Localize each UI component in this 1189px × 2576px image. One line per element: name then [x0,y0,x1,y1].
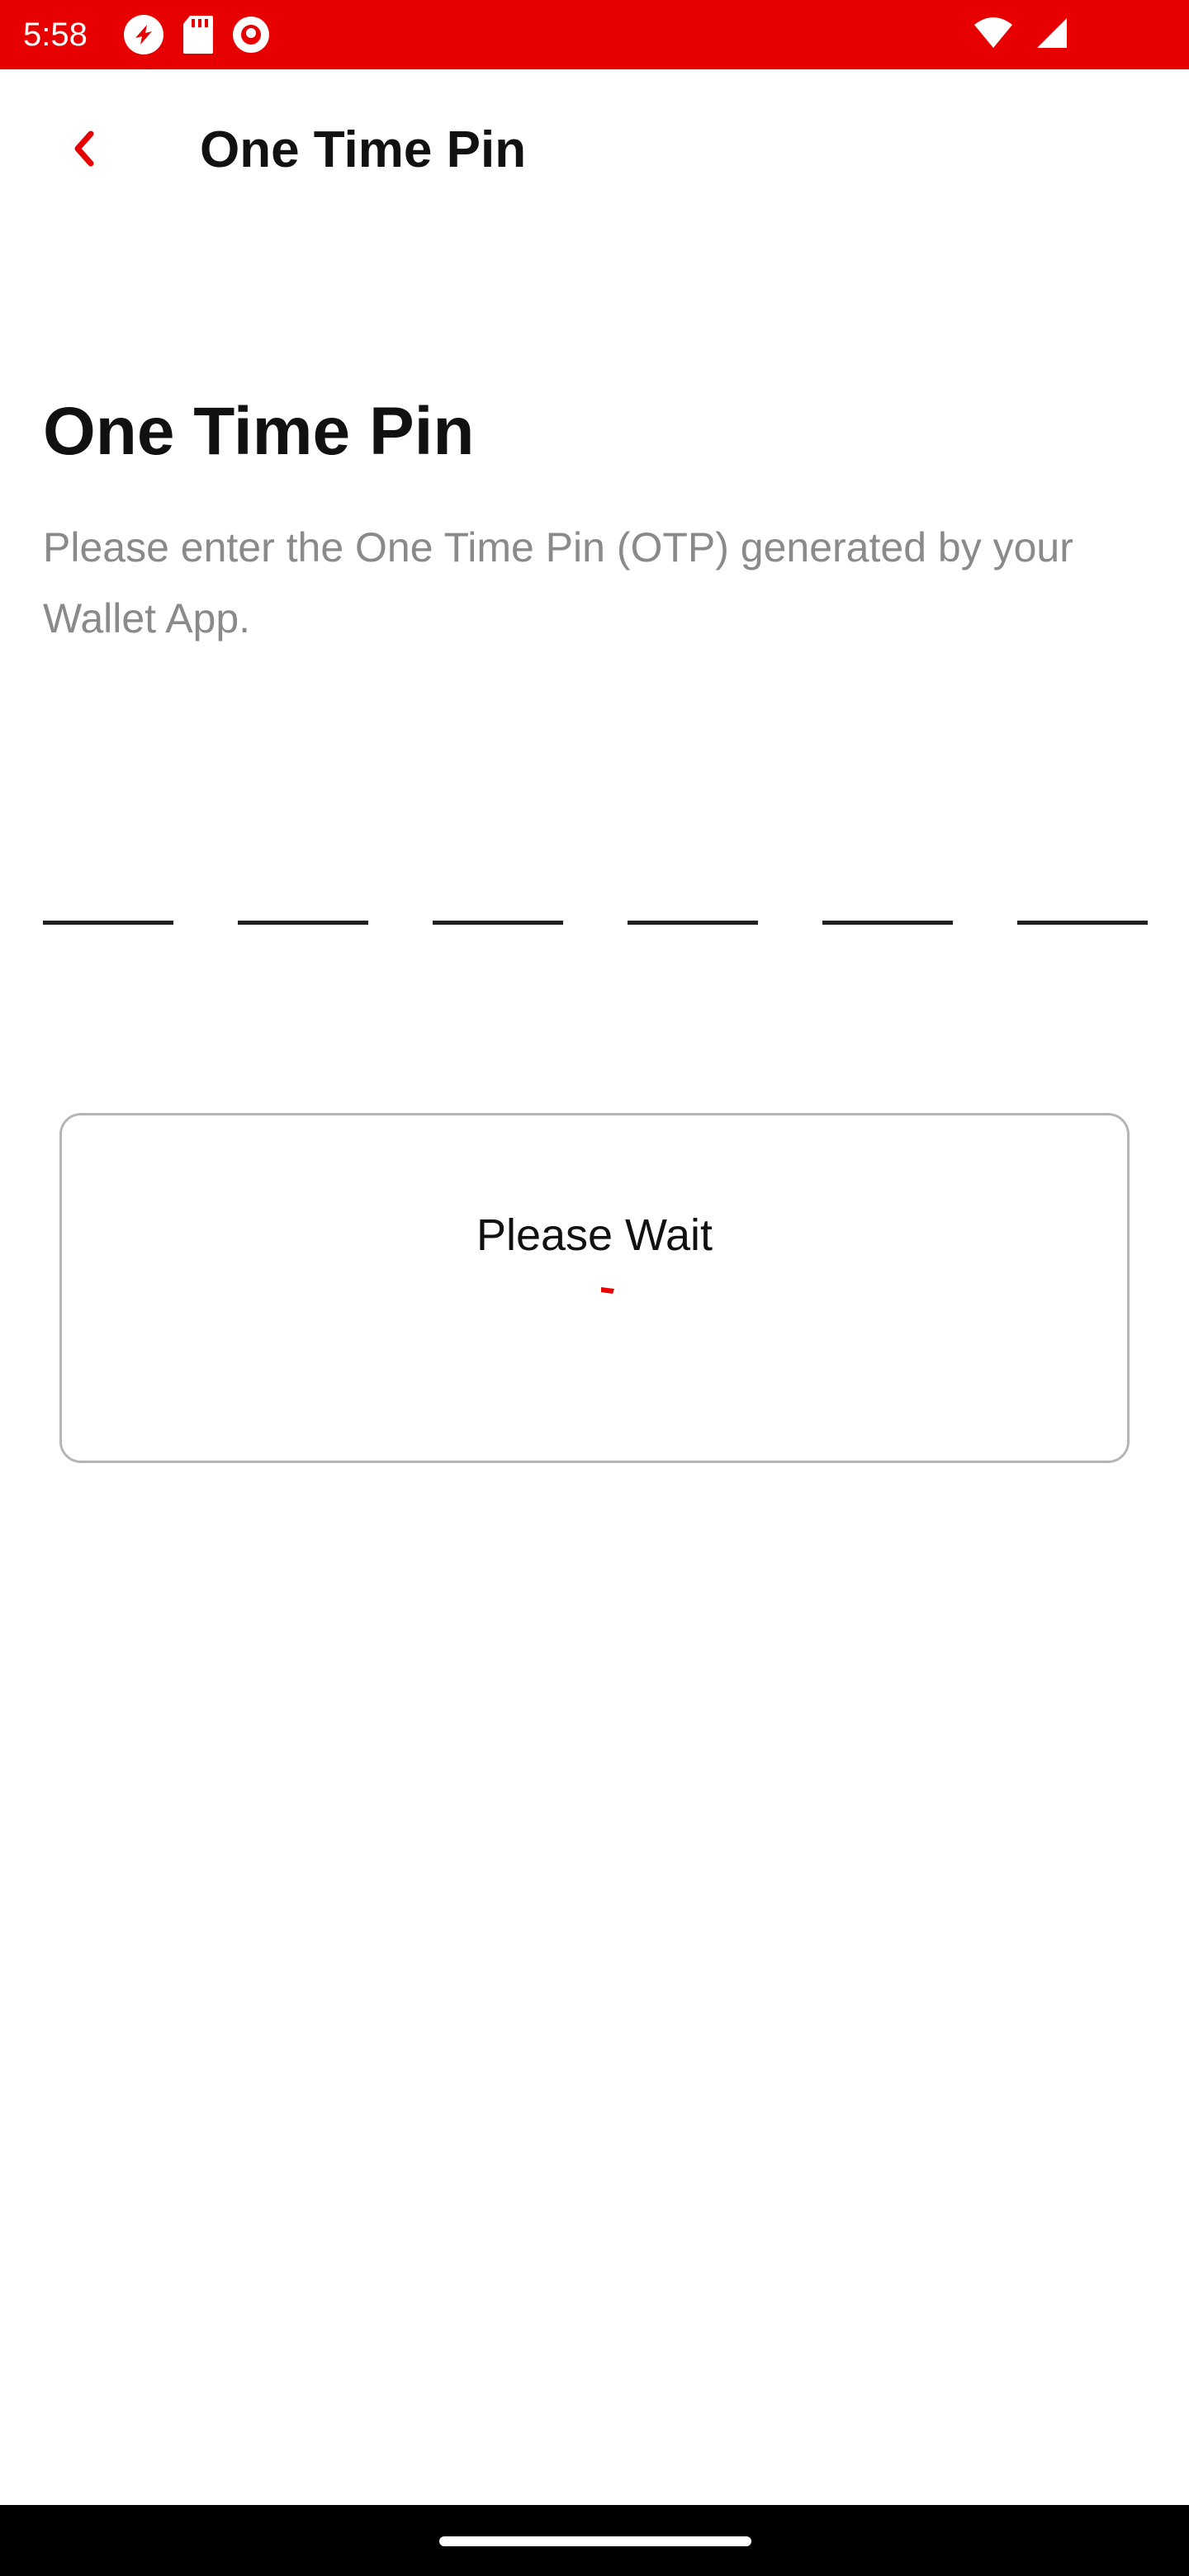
otp-digit-5[interactable] [822,842,953,925]
loading-spinner-icon [600,1284,615,1294]
status-time: 5:58 [23,17,88,53]
otp-screen: 5:58 One Time Pin One Time Pin Please en… [0,0,1189,2576]
otp-digit-3[interactable] [433,842,563,925]
please-wait-message: Please Wait [476,1210,713,1260]
app-bar-title: One Time Pin [200,121,527,178]
sync-app-icon [122,13,165,56]
status-notification-icons [122,13,271,56]
cellular-signal-icon [1035,17,1068,54]
back-button[interactable] [43,109,126,192]
app-notification-icon [231,15,271,54]
otp-digit-1[interactable] [43,842,173,925]
page-heading: One Time Pin [43,394,475,469]
wifi-icon [973,17,1014,54]
app-bar: One Time Pin [0,69,1189,231]
home-gesture-handle[interactable] [439,2536,751,2546]
page-description: Please enter the One Time Pin (OTP) gene… [43,524,1073,642]
please-wait-dialog: Please Wait [59,1113,1130,1463]
system-navigation-bar [0,2505,1189,2576]
otp-digit-6[interactable] [1017,842,1148,925]
otp-digit-4[interactable] [628,842,758,925]
status-system-icons [973,13,1068,56]
status-bar: 5:58 [0,0,1189,69]
chevron-left-icon [68,129,101,173]
otp-digit-2[interactable] [238,842,368,925]
sd-card-icon [182,14,215,55]
otp-input-group [43,842,1148,925]
